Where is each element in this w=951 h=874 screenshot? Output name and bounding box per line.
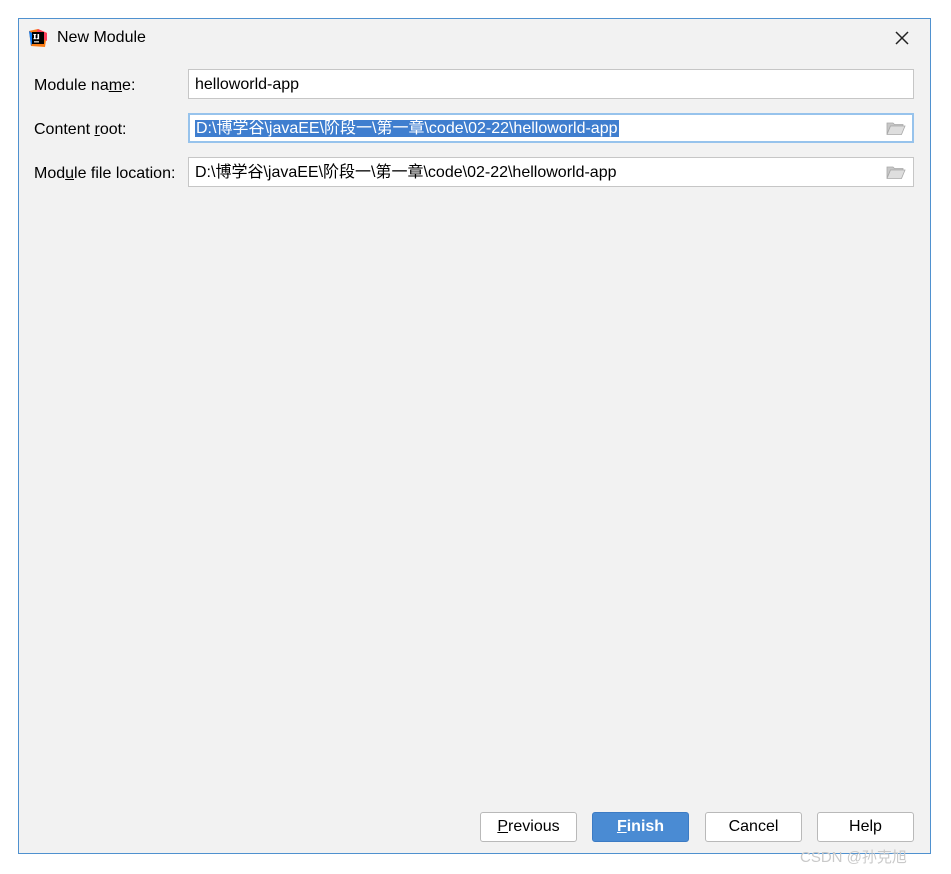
module-name-row: Module name: <box>19 69 930 99</box>
cancel-button[interactable]: Cancel <box>705 812 802 842</box>
intellij-idea-icon <box>29 29 47 47</box>
finish-button[interactable]: Finish <box>592 812 689 842</box>
content-root-selected-text: D:\博学谷\javaEE\阶段一\第一章\code\02-22\hellowo… <box>195 120 619 137</box>
folder-icon[interactable] <box>886 165 906 180</box>
content-root-input[interactable]: D:\博学谷\javaEE\阶段一\第一章\code\02-22\hellowo… <box>195 119 619 139</box>
module-file-location-field[interactable]: D:\博学谷\javaEE\阶段一\第一章\code\02-22\hellowo… <box>188 157 914 187</box>
previous-button[interactable]: Previous <box>480 812 577 842</box>
folder-icon[interactable] <box>886 121 906 136</box>
module-file-location-row: Module file location: D:\博学谷\javaEE\阶段一\… <box>19 157 930 187</box>
title-bar: New Module <box>19 19 930 57</box>
content-root-row: Content root: D:\博学谷\javaEE\阶段一\第一章\code… <box>19 113 930 143</box>
module-name-input[interactable] <box>195 75 875 95</box>
module-name-label: Module name: <box>34 77 136 94</box>
module-file-location-input[interactable]: D:\博学谷\javaEE\阶段一\第一章\code\02-22\hellowo… <box>195 163 617 183</box>
module-file-location-label: Module file location: <box>34 165 176 182</box>
content-root-label: Content root: <box>34 121 127 138</box>
help-button[interactable]: Help <box>817 812 914 842</box>
content-root-field[interactable]: D:\博学谷\javaEE\阶段一\第一章\code\02-22\hellowo… <box>188 113 914 143</box>
window-title: New Module <box>57 29 146 46</box>
csdn-watermark: CSDN @孙克旭 <box>800 849 907 866</box>
module-name-field[interactable] <box>188 69 914 99</box>
new-module-dialog: New Module Module name: Content root: D:… <box>18 18 931 854</box>
close-icon[interactable] <box>891 27 913 49</box>
